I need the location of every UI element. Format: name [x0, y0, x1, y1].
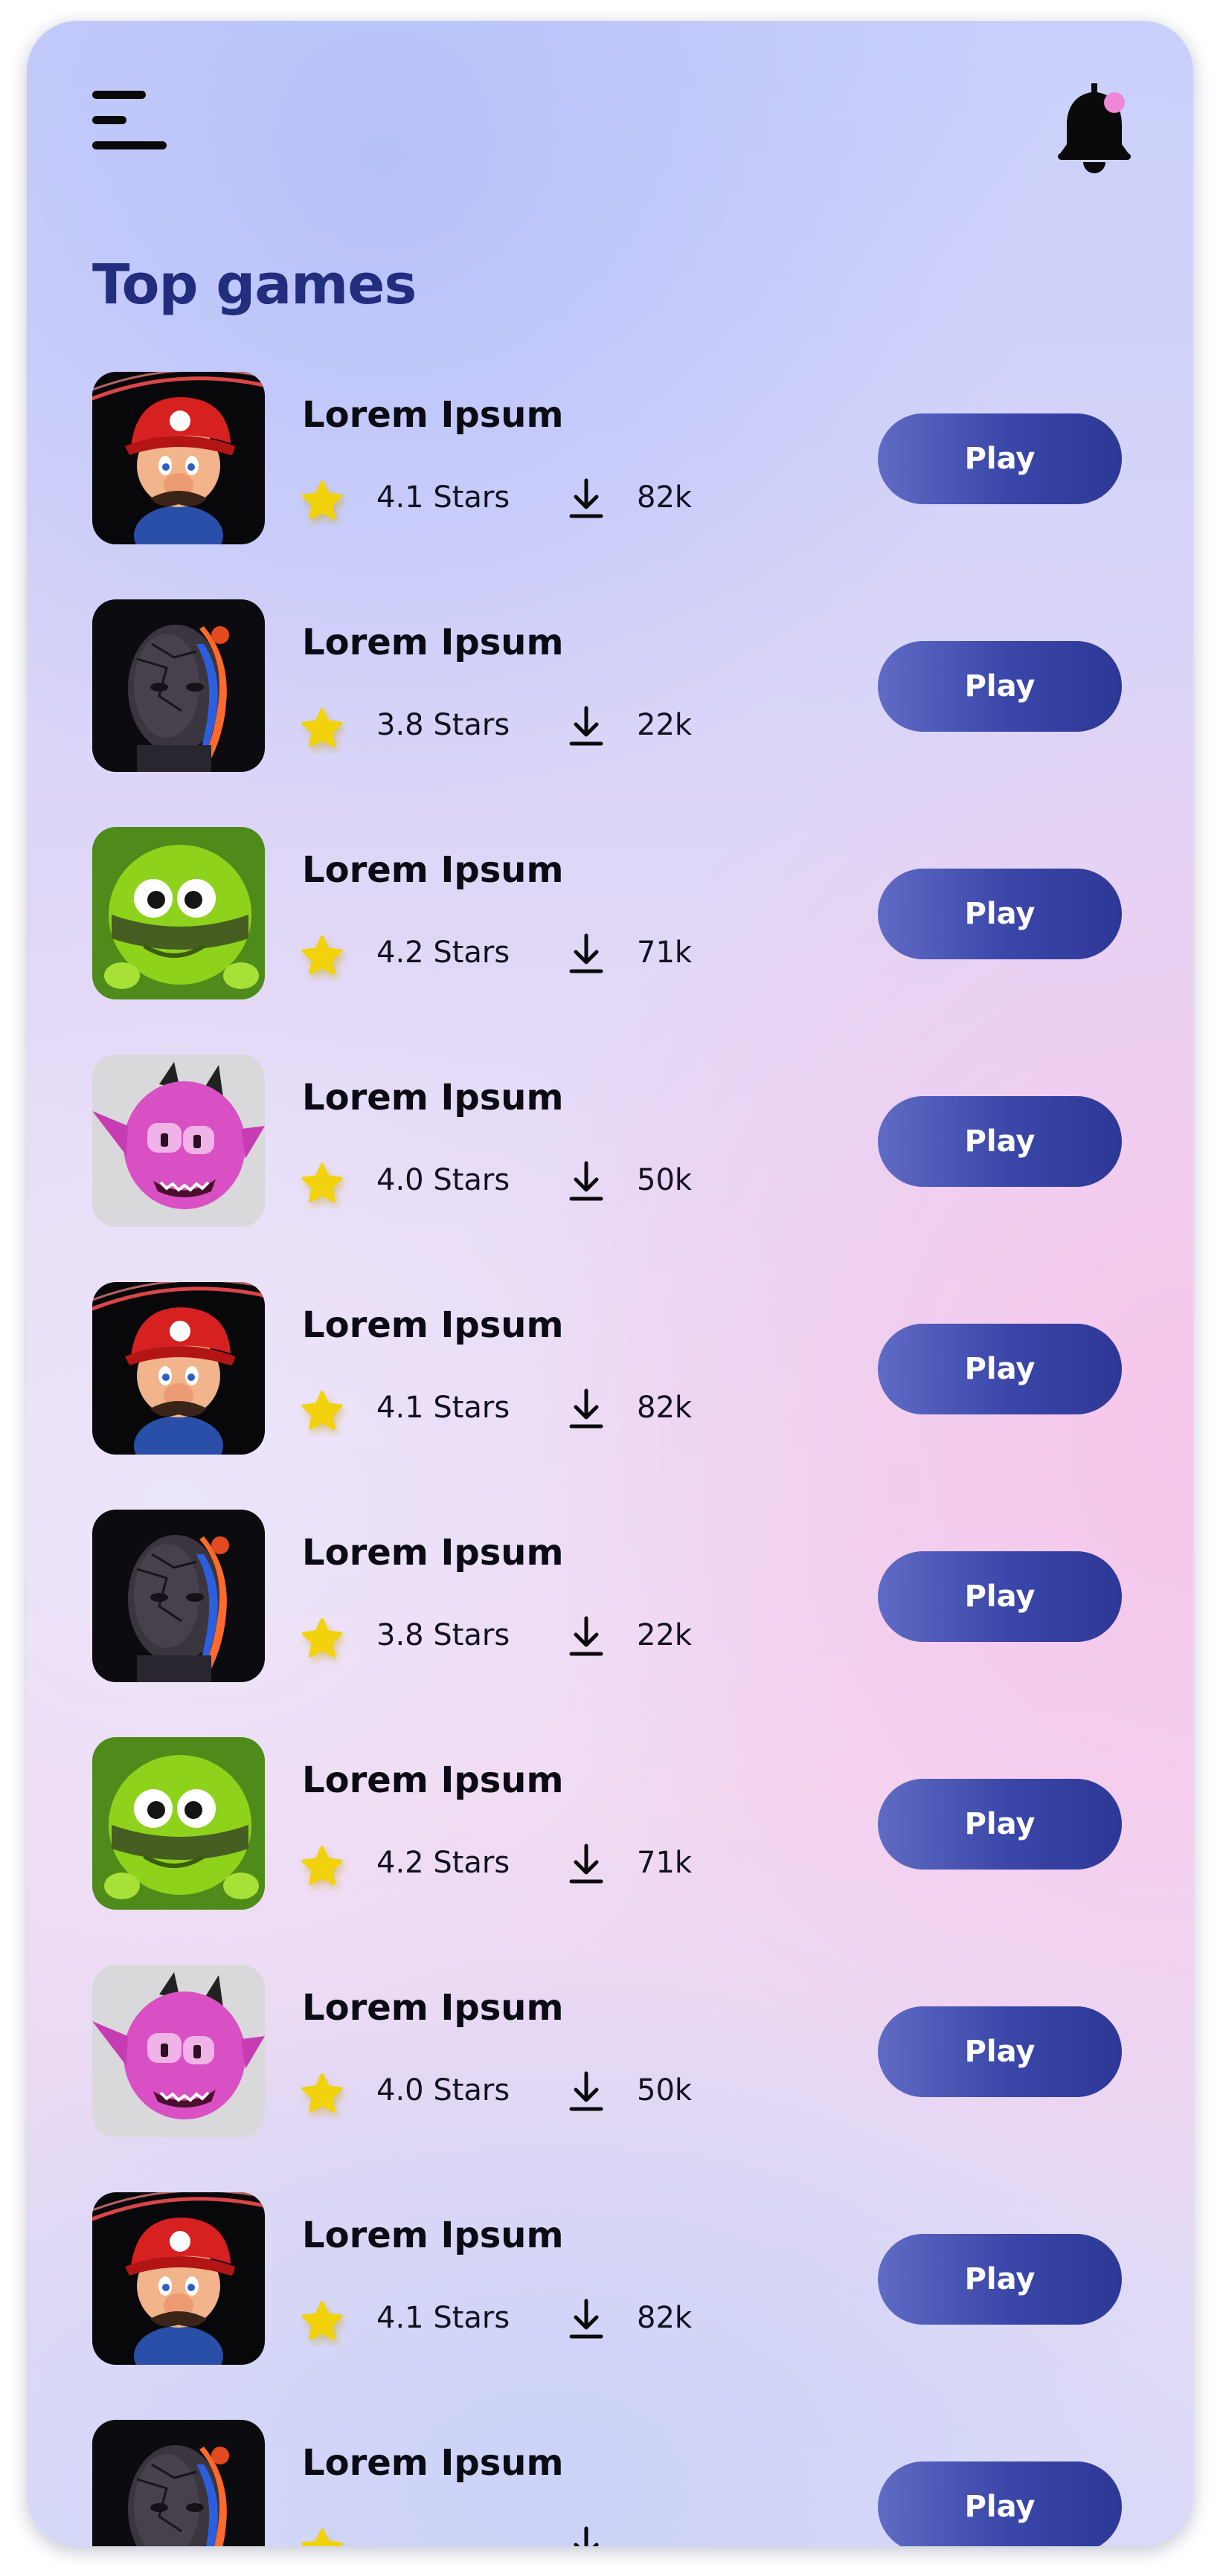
game-thumbnail[interactable] — [92, 1510, 265, 1682]
game-rating: 3.8 Stars — [376, 1618, 510, 1652]
game-rating: 4.2 Stars — [376, 1846, 510, 1880]
star-icon — [301, 708, 343, 747]
play-button[interactable]: Play — [878, 869, 1122, 959]
game-thumbnail[interactable] — [92, 1282, 265, 1455]
game-downloads: 71k — [637, 936, 693, 970]
game-rating: 4.0 Stars — [376, 1163, 510, 1197]
play-button[interactable]: Play — [878, 2461, 1122, 2546]
game-title: Lorem Ipsum — [302, 2442, 564, 2484]
game-row-5: Lorem Ipsum 4.1 Stars 82k Play — [27, 1282, 1193, 1455]
star-icon — [301, 1618, 343, 1658]
game-row-10: Lorem Ipsum Play — [27, 2420, 1193, 2546]
game-title: Lorem Ipsum — [302, 1759, 564, 1801]
game-title: Lorem Ipsum — [302, 1077, 564, 1118]
game-row-8: Lorem Ipsum 4.0 Stars 50k Play — [27, 1965, 1193, 2137]
game-row-1: Lorem Ipsum 4.1 Stars 82k Play — [27, 372, 1193, 544]
game-downloads: 82k — [637, 480, 693, 515]
game-row-2: Lorem Ipsum 3.8 Stars 22k Play — [27, 599, 1193, 772]
game-thumbnail[interactable] — [92, 827, 265, 999]
game-downloads: 82k — [637, 1391, 693, 1425]
game-downloads: 82k — [637, 2301, 693, 2335]
game-row-6: Lorem Ipsum 3.8 Stars 22k Play — [27, 1510, 1193, 1682]
star-icon — [301, 2301, 343, 2340]
play-button[interactable]: Play — [878, 2234, 1122, 2325]
game-thumbnail[interactable] — [92, 2192, 265, 2365]
game-thumbnail[interactable] — [92, 599, 265, 772]
game-row-7: Lorem Ipsum 4.2 Stars 71k Play — [27, 1737, 1193, 1910]
game-downloads: 22k — [637, 708, 693, 742]
game-thumbnail[interactable] — [92, 1965, 265, 2137]
play-button[interactable]: Play — [878, 413, 1122, 504]
game-title: Lorem Ipsum — [302, 1532, 564, 1574]
star-icon — [301, 2528, 343, 2546]
download-icon — [569, 2071, 603, 2111]
download-icon — [569, 706, 603, 746]
star-icon — [301, 1846, 343, 1885]
play-button[interactable]: Play — [878, 641, 1122, 732]
download-icon — [569, 1844, 603, 1884]
game-thumbnail[interactable] — [92, 1054, 265, 1227]
star-icon — [301, 2073, 343, 2113]
game-title: Lorem Ipsum — [302, 2215, 564, 2256]
phone-screen: Top games Lorem Ipsum 4.1 Stars 82k Play… — [27, 21, 1193, 2546]
play-button[interactable]: Play — [878, 1779, 1122, 1870]
game-row-4: Lorem Ipsum 4.0 Stars 50k Play — [27, 1054, 1193, 1227]
game-title: Lorem Ipsum — [302, 849, 564, 891]
game-rating: 4.1 Stars — [376, 1391, 510, 1425]
game-rating: 4.1 Stars — [376, 480, 510, 515]
star-icon — [301, 1391, 343, 1430]
game-row-9: Lorem Ipsum 4.1 Stars 82k Play — [27, 2192, 1193, 2365]
game-downloads: 50k — [637, 1163, 693, 1197]
game-rating: 4.1 Stars — [376, 2301, 510, 2335]
download-icon — [574, 2526, 599, 2546]
star-icon — [301, 480, 343, 520]
download-icon — [569, 1388, 603, 1429]
game-thumbnail[interactable] — [92, 372, 265, 544]
game-downloads: 22k — [637, 1618, 693, 1652]
play-button[interactable]: Play — [878, 1551, 1122, 1642]
game-downloads: 50k — [637, 2073, 693, 2108]
game-row-3: Lorem Ipsum 4.2 Stars 71k Play — [27, 827, 1193, 999]
play-button[interactable]: Play — [878, 2006, 1122, 2097]
play-button[interactable]: Play — [878, 1324, 1122, 1414]
game-thumbnail[interactable] — [92, 2420, 265, 2546]
games-list: Lorem Ipsum 4.1 Stars 82k Play Lorem Ips… — [27, 21, 1193, 2546]
star-icon — [301, 1163, 343, 1202]
star-icon — [301, 936, 343, 975]
download-icon — [569, 478, 603, 518]
game-title: Lorem Ipsum — [302, 1304, 564, 1346]
download-icon — [569, 1161, 603, 1201]
game-downloads: 71k — [637, 1846, 693, 1880]
game-title: Lorem Ipsum — [302, 1987, 564, 2029]
game-rating: 3.8 Stars — [376, 708, 510, 742]
game-rating: 4.2 Stars — [376, 936, 510, 970]
game-title: Lorem Ipsum — [302, 622, 564, 663]
play-button[interactable]: Play — [878, 1096, 1122, 1187]
game-thumbnail[interactable] — [92, 1737, 265, 1910]
game-rating: 4.0 Stars — [376, 2073, 510, 2108]
download-icon — [569, 933, 603, 973]
game-title: Lorem Ipsum — [302, 394, 564, 436]
download-icon — [569, 1616, 603, 1656]
download-icon — [569, 2299, 603, 2339]
